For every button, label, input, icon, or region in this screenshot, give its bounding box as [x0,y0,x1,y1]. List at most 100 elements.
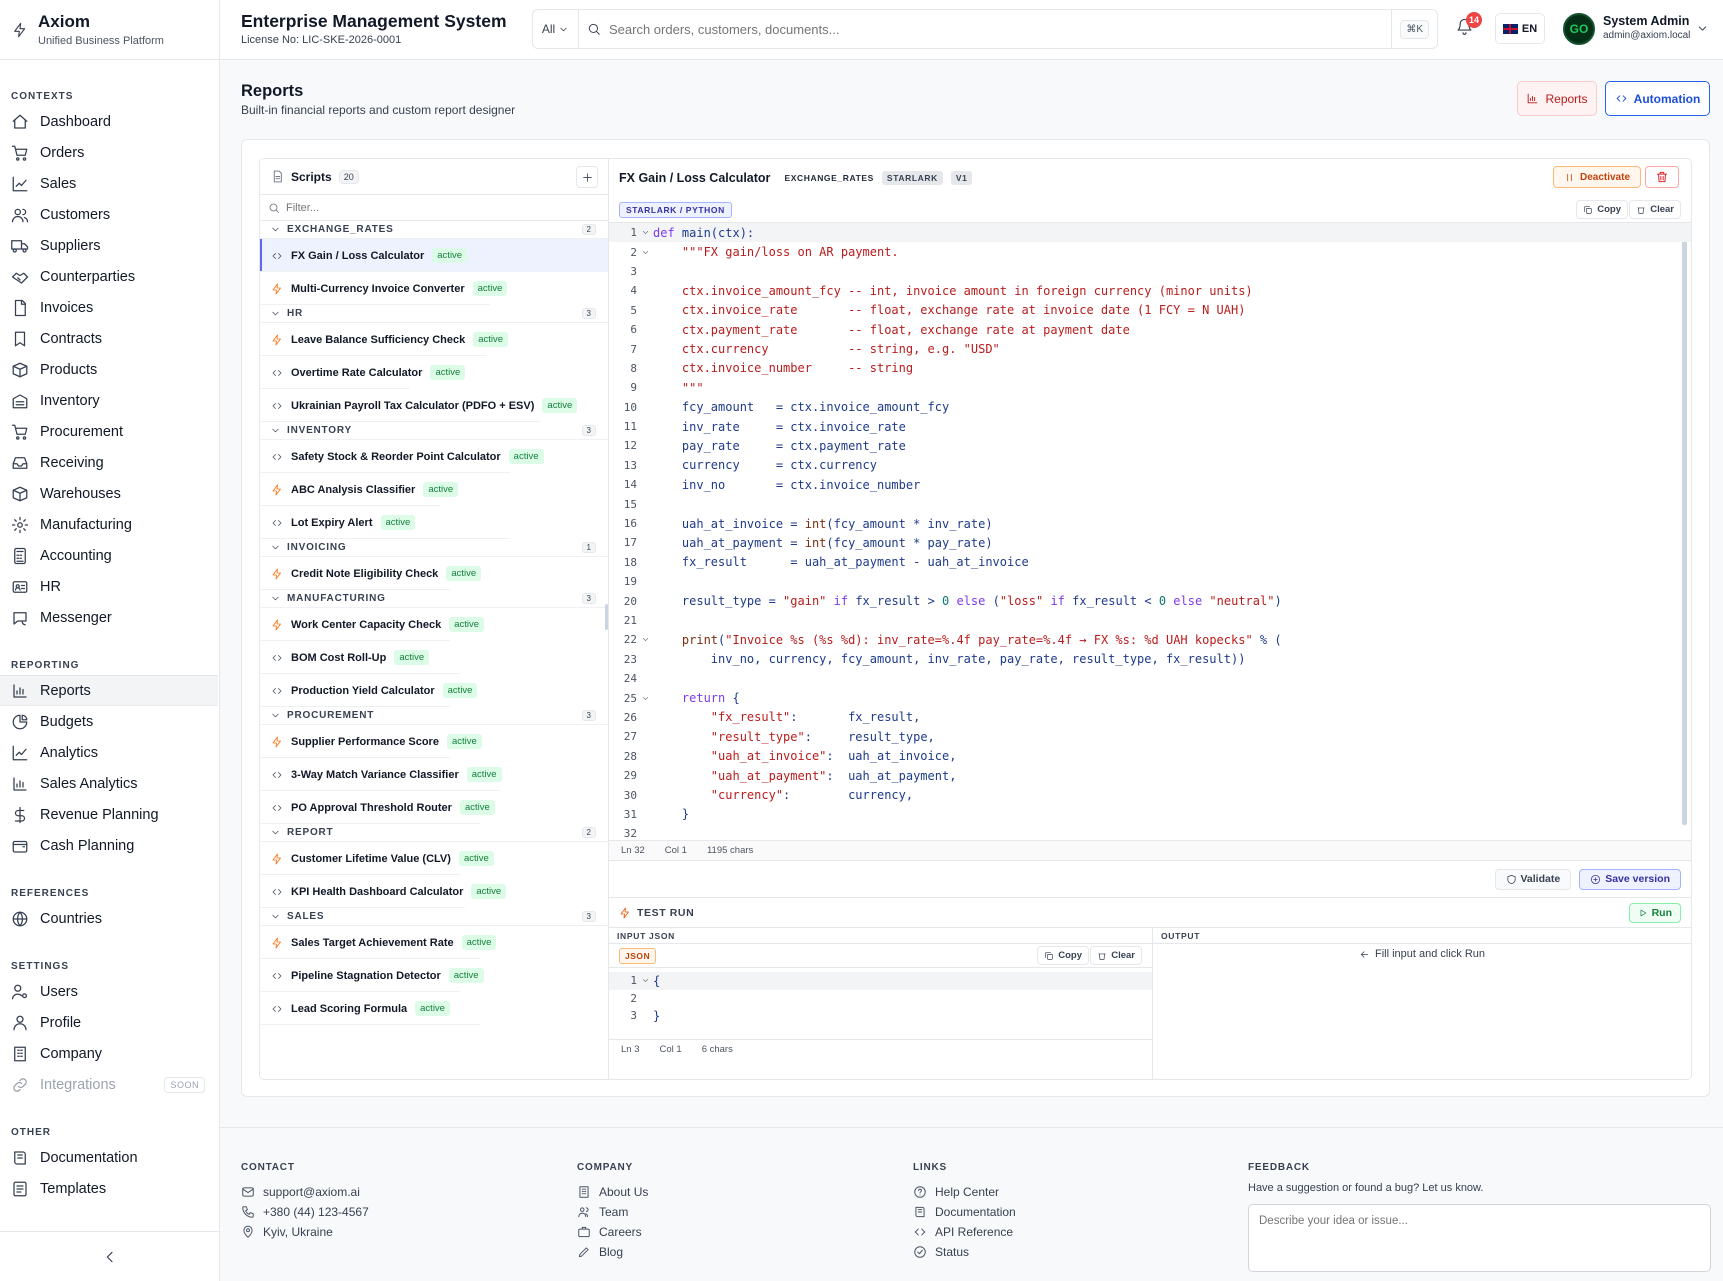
sidebar-item-templates[interactable]: Templates [0,1173,219,1204]
deactivate-button[interactable]: Deactivate [1553,166,1641,188]
script-item[interactable]: Leave Balance Sufficiency Check active [260,323,608,356]
script-filter-input[interactable] [286,201,428,214]
script-item[interactable]: Multi-Currency Invoice Converter active [260,272,608,305]
script-item[interactable]: Lot Expiry Alert active [260,506,608,539]
code-line: 31 } [609,805,1691,824]
sidebar-item-orders[interactable]: Orders [0,137,219,168]
sidebar-item-sales-analytics[interactable]: Sales Analytics [0,768,219,799]
search-input[interactable] [601,21,1392,37]
sidebar-item-inventory[interactable]: Inventory [0,385,219,416]
clear-code-button[interactable]: Clear [1629,200,1681,219]
fold-toggle[interactable] [637,694,653,703]
sidebar-item-cash-planning[interactable]: Cash Planning [0,830,219,861]
sidebar-item-suppliers[interactable]: Suppliers [0,230,219,261]
script-group-header[interactable]: INVENTORY 3 [260,422,608,440]
sidebar-item-contracts[interactable]: Contracts [0,323,219,354]
list-scrollbar[interactable] [605,604,608,630]
sidebar-item-invoices[interactable]: Invoices [0,292,219,323]
code-area[interactable]: 1 def main(ctx): 2 """FX gain/loss on AR p… [609,223,1691,840]
save-version-button[interactable]: Save version [1579,868,1681,890]
input-json-editor[interactable]: 1{2 3} [609,968,1152,1025]
script-item[interactable]: Overtime Rate Calculator active [260,356,608,389]
delete-script-button[interactable] [1645,166,1679,188]
script-item[interactable]: 3-Way Match Variance Classifier active [260,758,608,791]
sidebar-item-counterparties[interactable]: Counterparties [0,261,219,292]
script-group-header[interactable]: INVOICING 1 [260,539,608,557]
script-group-header[interactable]: SALES 3 [260,908,608,926]
sidebar-item-profile[interactable]: Profile [0,1007,219,1038]
add-script-button[interactable] [576,166,598,188]
footer-link-about[interactable]: About Us [577,1182,648,1202]
sidebar-item-hr[interactable]: HR [0,571,219,602]
sidebar-item-procurement[interactable]: Procurement [0,416,219,447]
script-item[interactable]: BOM Cost Roll-Up active [260,641,608,674]
copy-input-button[interactable]: Copy [1037,946,1089,965]
brand[interactable]: Axiom Unified Business Platform [0,0,219,60]
script-item[interactable]: Ukrainian Payroll Tax Calculator (PDFO +… [260,389,608,422]
script-group-header[interactable]: HR 3 [260,305,608,323]
language-switcher[interactable]: EN [1495,13,1545,44]
sidebar-item-users[interactable]: Users [0,976,219,1007]
fold-toggle[interactable] [637,248,653,257]
footer-link-team[interactable]: Team [577,1202,648,1222]
sidebar-item-company[interactable]: Company [0,1038,219,1069]
script-item[interactable]: Production Yield Calculator active [260,674,608,707]
footer-email[interactable]: support@axiom.ai [241,1182,369,1202]
search-scope-select[interactable]: All [533,10,579,48]
code-icon [272,804,282,811]
script-group-header[interactable]: EXCHANGE_RATES 2 [260,221,608,239]
script-item[interactable]: Credit Note Eligibility Check active [260,557,608,590]
script-item[interactable]: ABC Analysis Classifier active [260,473,608,506]
sidebar-item-revenue-planning[interactable]: Revenue Planning [0,799,219,830]
sidebar-item-receiving[interactable]: Receiving [0,447,219,478]
sidebar-item-analytics[interactable]: Analytics [0,737,219,768]
script-item[interactable]: FX Gain / Loss Calculator active [260,239,608,272]
clear-input-button[interactable]: Clear [1090,946,1142,965]
script-group-header[interactable]: REPORT 2 [260,824,608,842]
sidebar-item-budgets[interactable]: Budgets [0,706,219,737]
sidebar-item-messenger[interactable]: Messenger [0,602,219,633]
script-item[interactable]: KPI Health Dashboard Calculator active [260,875,608,908]
script-item[interactable]: Lead Scoring Formula active [260,992,608,1025]
script-item[interactable]: Safety Stock & Reorder Point Calculator a… [260,440,608,473]
sidebar-item-warehouses[interactable]: Warehouses [0,478,219,509]
fold-toggle[interactable] [637,228,653,237]
script-item[interactable]: Sales Target Achievement Rate active [260,926,608,959]
sidebar-item-manufacturing[interactable]: Manufacturing [0,509,219,540]
footer-link-help[interactable]: Help Center [913,1182,1016,1202]
footer-link-docs[interactable]: Documentation [913,1202,1016,1222]
script-item[interactable]: Customer Lifetime Value (CLV) active [260,842,608,875]
script-item[interactable]: PO Approval Threshold Router active [260,791,608,824]
sidebar-item-dashboard[interactable]: Dashboard [0,106,219,137]
automation-tab-button[interactable]: Automation [1605,81,1710,116]
feedback-input[interactable] [1248,1204,1711,1272]
script-group-header[interactable]: PROCUREMENT 3 [260,707,608,725]
sidebar-item-sales[interactable]: Sales [0,168,219,199]
footer-link-careers[interactable]: Careers [577,1222,648,1242]
script-group-header[interactable]: MANUFACTURING 3 [260,590,608,608]
sidebar-item-accounting[interactable]: Accounting [0,540,219,571]
footer-phone[interactable]: +380 (44) 123-4567 [241,1202,369,1222]
sidebar-item-customers[interactable]: Customers [0,199,219,230]
output-label: OUTPUT [1153,928,1691,944]
avatar[interactable]: GO [1563,13,1595,45]
sidebar-item-documentation[interactable]: Documentation [0,1142,219,1173]
fold-toggle[interactable] [637,635,653,644]
user-name[interactable]: System Admin [1603,14,1689,28]
footer-link-status[interactable]: Status [913,1242,1016,1262]
run-button[interactable]: Run [1628,903,1681,923]
copy-code-button[interactable]: Copy [1576,200,1628,219]
script-item[interactable]: Work Center Capacity Check active [260,608,608,641]
sidebar-item-countries[interactable]: Countries [0,903,219,934]
chevron-down-icon[interactable] [1696,22,1709,35]
collapse-sidebar-button[interactable] [0,1231,219,1281]
fold-toggle[interactable] [637,976,653,985]
validate-button[interactable]: Validate [1494,868,1572,890]
footer-link-api[interactable]: API Reference [913,1222,1016,1242]
reports-tab-button[interactable]: Reports [1517,81,1597,116]
script-item[interactable]: Supplier Performance Score active [260,725,608,758]
sidebar-item-reports[interactable]: Reports [0,675,218,706]
sidebar-item-products[interactable]: Products [0,354,219,385]
script-item[interactable]: Pipeline Stagnation Detector active [260,959,608,992]
footer-link-blog[interactable]: Blog [577,1242,648,1262]
